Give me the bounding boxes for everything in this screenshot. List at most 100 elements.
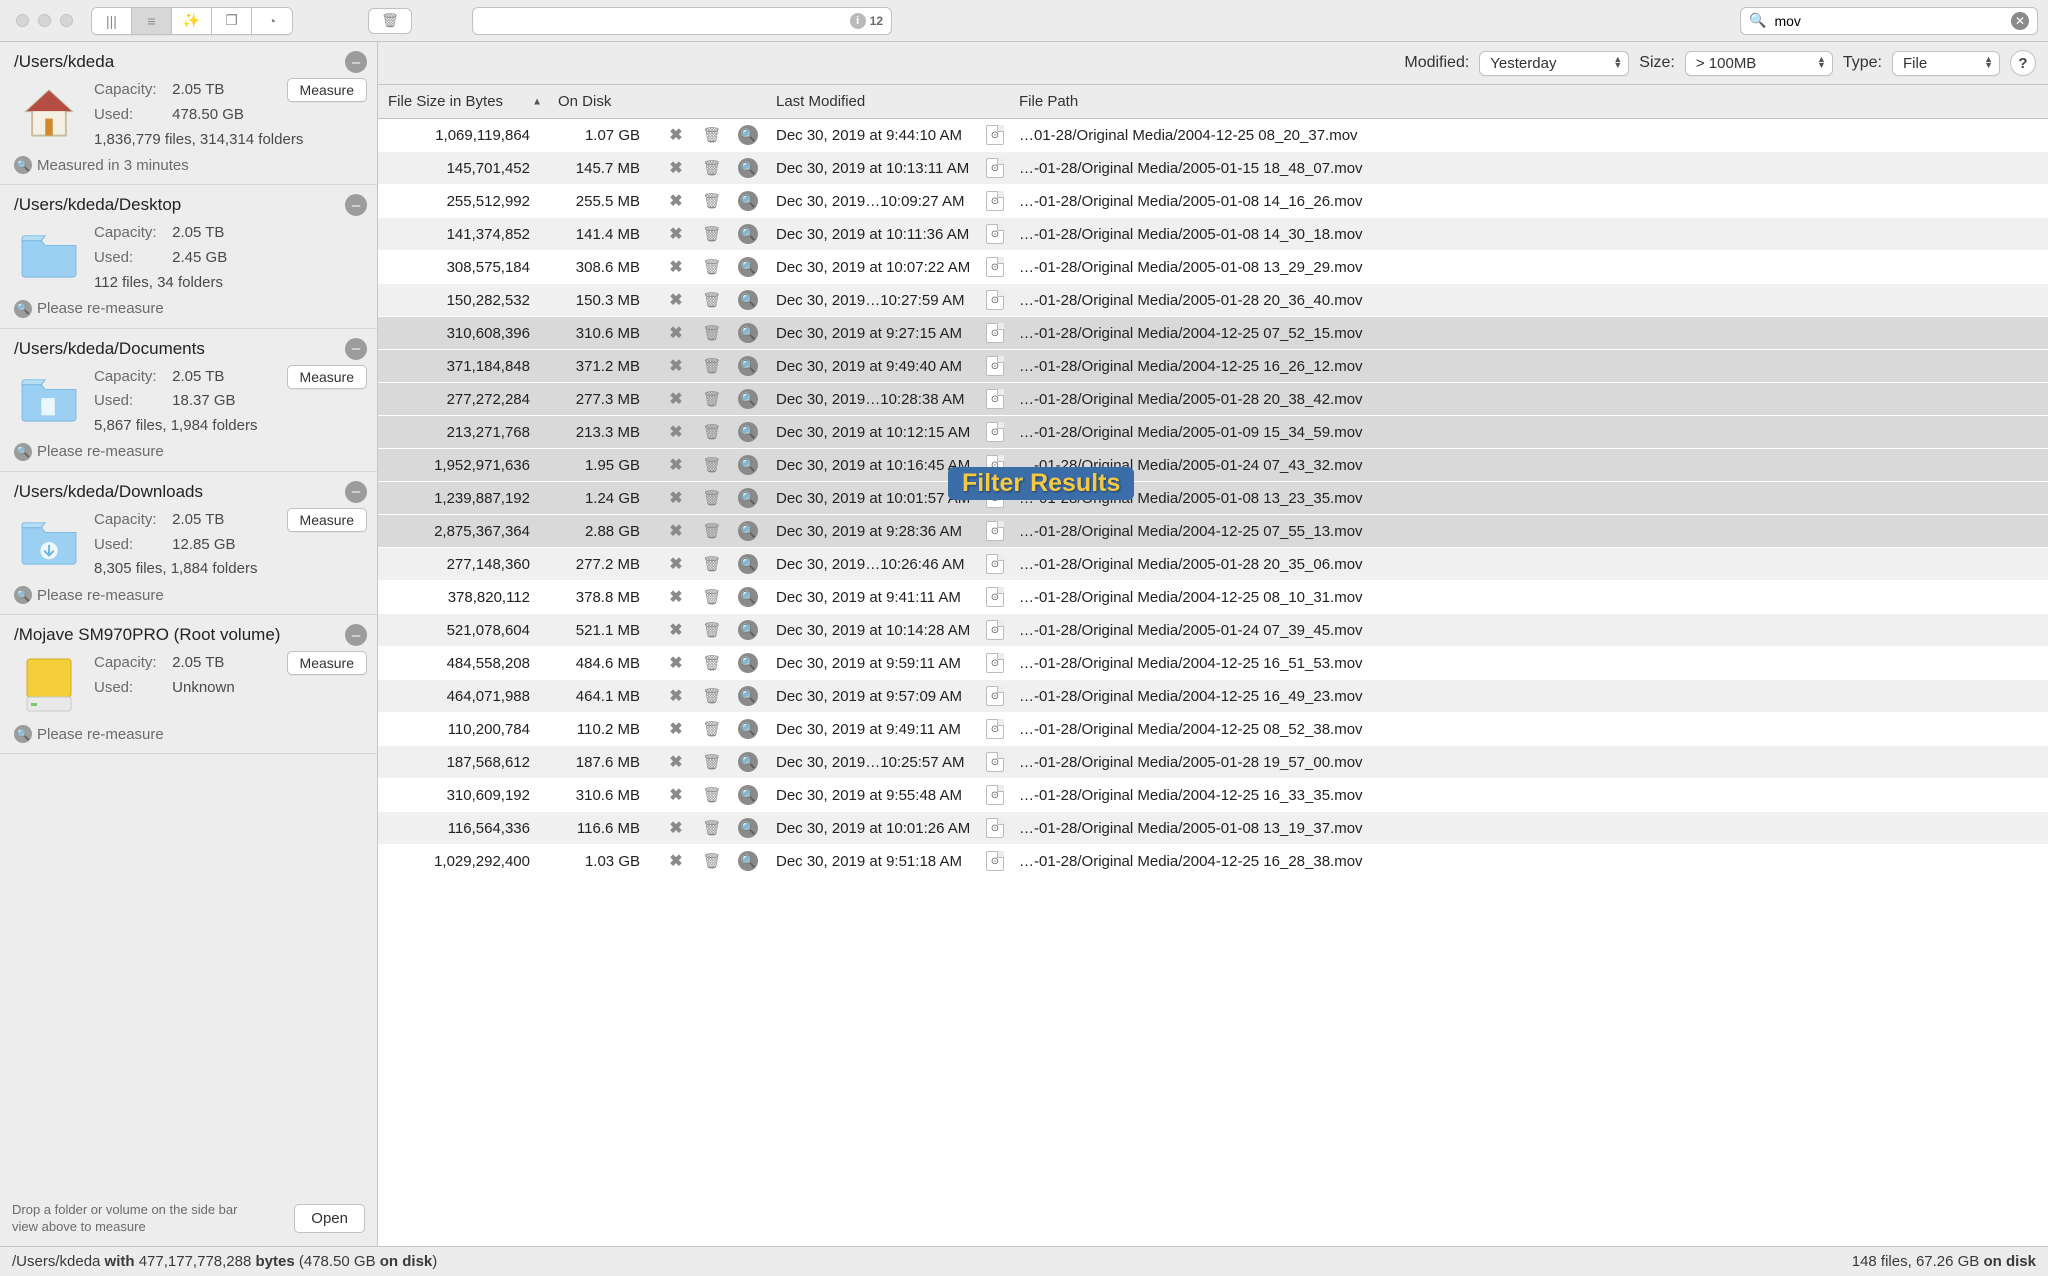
row-close-icon[interactable]: ✖ — [658, 449, 694, 482]
filter-field[interactable]: 🔍 ✕ — [1740, 7, 2038, 35]
minimize-window-icon[interactable] — [38, 14, 51, 27]
row-reveal-icon[interactable]: 🔍 — [730, 152, 766, 185]
row-trash-icon[interactable]: 🗑 — [694, 251, 730, 284]
sidebar-volume[interactable]: /Users/kdeda – Capacity: 2.05 TB Measure… — [0, 42, 377, 185]
row-reveal-icon[interactable]: 🔍 — [730, 845, 766, 878]
row-trash-icon[interactable]: 🗑 — [694, 581, 730, 614]
search-field[interactable]: i 12 — [472, 7, 892, 35]
row-trash-icon[interactable]: 🗑 — [694, 152, 730, 185]
row-reveal-icon[interactable]: 🔍 — [730, 515, 766, 548]
col-reveal[interactable] — [730, 85, 766, 119]
table-row[interactable]: 150,282,532 150.3 MB ✖ 🗑 🔍 Dec 30, 2019…… — [378, 284, 2048, 317]
row-close-icon[interactable]: ✖ — [658, 119, 694, 152]
row-reveal-icon[interactable]: 🔍 — [730, 185, 766, 218]
row-close-icon[interactable]: ✖ — [658, 515, 694, 548]
row-reveal-icon[interactable]: 🔍 — [730, 119, 766, 152]
view-clean-icon[interactable]: ✨ — [172, 8, 212, 34]
row-reveal-icon[interactable]: 🔍 — [730, 680, 766, 713]
magnify-icon[interactable]: 🔍 — [14, 300, 32, 318]
col-remove[interactable] — [658, 85, 694, 119]
table-row[interactable]: 213,271,768 213.3 MB ✖ 🗑 🔍 Dec 30, 2019 … — [378, 416, 2048, 449]
row-close-icon[interactable]: ✖ — [658, 482, 694, 515]
row-close-icon[interactable]: ✖ — [658, 614, 694, 647]
magnify-icon[interactable]: 🔍 — [14, 443, 32, 461]
table-row[interactable]: 308,575,184 308.6 MB ✖ 🗑 🔍 Dec 30, 2019 … — [378, 251, 2048, 284]
view-columns-icon[interactable]: ||| — [92, 8, 132, 34]
magnify-icon[interactable]: 🔍 — [14, 586, 32, 604]
table-row[interactable]: 1,069,119,864 1.07 GB ✖ 🗑 🔍 Dec 30, 2019… — [378, 119, 2048, 152]
table-row[interactable]: 521,078,604 521.1 MB ✖ 🗑 🔍 Dec 30, 2019 … — [378, 614, 2048, 647]
row-reveal-icon[interactable]: 🔍 — [730, 746, 766, 779]
row-close-icon[interactable]: ✖ — [658, 284, 694, 317]
measure-button[interactable]: Measure — [287, 651, 367, 675]
sidebar-volume[interactable]: /Users/kdeda/Documents – Capacity: 2.05 … — [0, 329, 377, 472]
row-reveal-icon[interactable]: 🔍 — [730, 581, 766, 614]
row-trash-icon[interactable]: 🗑 — [694, 317, 730, 350]
row-close-icon[interactable]: ✖ — [658, 680, 694, 713]
row-trash-icon[interactable]: 🗑 — [694, 383, 730, 416]
row-reveal-icon[interactable]: 🔍 — [730, 647, 766, 680]
col-modified[interactable]: Last Modified — [766, 85, 981, 119]
remove-volume-icon[interactable]: – — [345, 51, 367, 73]
row-trash-icon[interactable]: 🗑 — [694, 284, 730, 317]
row-reveal-icon[interactable]: 🔍 — [730, 812, 766, 845]
col-path[interactable]: File Path — [1009, 85, 2048, 119]
row-trash-icon[interactable]: 🗑 — [694, 185, 730, 218]
row-reveal-icon[interactable]: 🔍 — [730, 614, 766, 647]
remove-volume-icon[interactable]: – — [345, 338, 367, 360]
filter-input[interactable] — [1772, 12, 2005, 30]
row-reveal-icon[interactable]: 🔍 — [730, 383, 766, 416]
row-close-icon[interactable]: ✖ — [658, 812, 694, 845]
row-trash-icon[interactable]: 🗑 — [694, 548, 730, 581]
row-close-icon[interactable]: ✖ — [658, 218, 694, 251]
col-doc-icon[interactable] — [981, 85, 1009, 119]
row-trash-icon[interactable]: 🗑 — [694, 614, 730, 647]
table-row[interactable]: 310,608,396 310.6 MB ✖ 🗑 🔍 Dec 30, 2019 … — [378, 317, 2048, 350]
row-close-icon[interactable]: ✖ — [658, 416, 694, 449]
sidebar-volume[interactable]: /Users/kdeda/Downloads – Capacity: 2.05 … — [0, 472, 377, 615]
open-button[interactable]: Open — [294, 1204, 365, 1233]
row-reveal-icon[interactable]: 🔍 — [730, 218, 766, 251]
row-close-icon[interactable]: ✖ — [658, 317, 694, 350]
search-input[interactable] — [481, 12, 844, 29]
measure-button[interactable]: Measure — [287, 508, 367, 532]
filter-size-select[interactable]: > 100MB ▲▼ — [1685, 51, 1833, 76]
row-reveal-icon[interactable]: 🔍 — [730, 350, 766, 383]
help-button[interactable]: ? — [2010, 50, 2036, 76]
table-row[interactable]: 2,875,367,364 2.88 GB ✖ 🗑 🔍 Dec 30, 2019… — [378, 515, 2048, 548]
table-row[interactable]: 187,568,612 187.6 MB ✖ 🗑 🔍 Dec 30, 2019…… — [378, 746, 2048, 779]
table-row[interactable]: 484,558,208 484.6 MB ✖ 🗑 🔍 Dec 30, 2019 … — [378, 647, 2048, 680]
row-reveal-icon[interactable]: 🔍 — [730, 449, 766, 482]
row-trash-icon[interactable]: 🗑 — [694, 812, 730, 845]
view-pie-icon[interactable]: ◔ — [252, 8, 292, 34]
row-reveal-icon[interactable]: 🔍 — [730, 251, 766, 284]
row-close-icon[interactable]: ✖ — [658, 581, 694, 614]
row-close-icon[interactable]: ✖ — [658, 251, 694, 284]
clear-filter-icon[interactable]: ✕ — [2011, 12, 2029, 30]
view-list-icon[interactable]: ≡ — [132, 8, 172, 34]
sidebar-volume[interactable]: /Users/kdeda/Desktop – Capacity: 2.05 TB… — [0, 185, 377, 328]
row-trash-icon[interactable]: 🗑 — [694, 746, 730, 779]
row-trash-icon[interactable]: 🗑 — [694, 845, 730, 878]
row-trash-icon[interactable]: 🗑 — [694, 647, 730, 680]
row-trash-icon[interactable]: 🗑 — [694, 482, 730, 515]
row-close-icon[interactable]: ✖ — [658, 713, 694, 746]
table-row[interactable]: 145,701,452 145.7 MB ✖ 🗑 🔍 Dec 30, 2019 … — [378, 152, 2048, 185]
table-row[interactable]: 371,184,848 371.2 MB ✖ 🗑 🔍 Dec 30, 2019 … — [378, 350, 2048, 383]
table-row[interactable]: 310,609,192 310.6 MB ✖ 🗑 🔍 Dec 30, 2019 … — [378, 779, 2048, 812]
magnify-icon[interactable]: 🔍 — [14, 156, 32, 174]
row-close-icon[interactable]: ✖ — [658, 383, 694, 416]
row-trash-icon[interactable]: 🗑 — [694, 350, 730, 383]
row-reveal-icon[interactable]: 🔍 — [730, 548, 766, 581]
row-close-icon[interactable]: ✖ — [658, 548, 694, 581]
measure-button[interactable]: Measure — [287, 365, 367, 389]
col-on-disk[interactable]: On Disk — [548, 85, 658, 119]
table-row[interactable]: 110,200,784 110.2 MB ✖ 🗑 🔍 Dec 30, 2019 … — [378, 713, 2048, 746]
remove-volume-icon[interactable]: – — [345, 481, 367, 503]
row-trash-icon[interactable]: 🗑 — [694, 449, 730, 482]
table-row[interactable]: 277,272,284 277.3 MB ✖ 🗑 🔍 Dec 30, 2019…… — [378, 383, 2048, 416]
row-close-icon[interactable]: ✖ — [658, 779, 694, 812]
remove-volume-icon[interactable]: – — [345, 194, 367, 216]
row-reveal-icon[interactable]: 🔍 — [730, 779, 766, 812]
row-close-icon[interactable]: ✖ — [658, 185, 694, 218]
